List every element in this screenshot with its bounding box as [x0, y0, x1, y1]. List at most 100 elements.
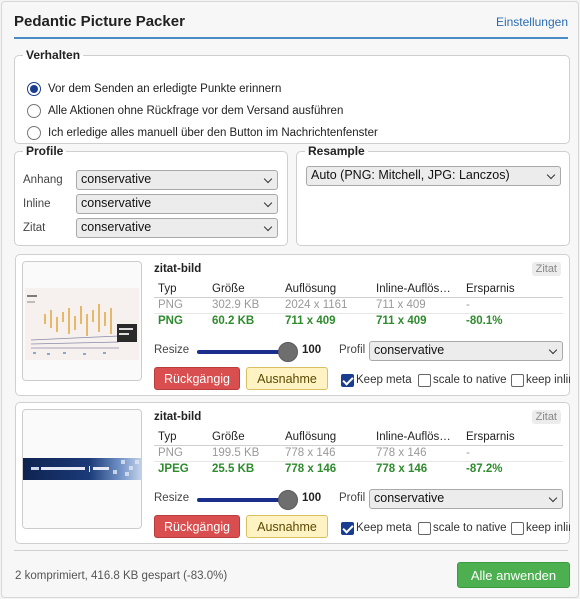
- apply-all-button[interactable]: Alle anwenden: [457, 562, 570, 588]
- keep-meta-label: Keep meta: [356, 522, 412, 534]
- image-card: zitat-bild Zitat Typ Größe Auflösung Inl…: [15, 402, 570, 544]
- settings-link[interactable]: Einstellungen: [496, 15, 568, 29]
- orig-size: 302.9 KB: [212, 297, 285, 314]
- col-size: Größe: [212, 281, 285, 298]
- exception-button[interactable]: Ausnahme: [246, 515, 328, 538]
- keep-meta-label: Keep meta: [356, 374, 412, 386]
- image-thumbnail: [22, 261, 142, 381]
- profile-label-inline: Inline: [23, 198, 51, 210]
- profiles-legend: Profile: [26, 144, 64, 158]
- footer-status: 2 komprimiert, 416.8 KB gespart (-83.0%): [15, 570, 228, 582]
- app-title: Pedantic Picture Packer: [14, 13, 185, 30]
- thumbnail-chart-image: [23, 262, 141, 380]
- chevron-down-icon: [263, 174, 273, 184]
- chevron-down-icon: [548, 493, 558, 503]
- new-inline-resolution: 778 x 146: [376, 463, 428, 476]
- resize-value: 100: [302, 344, 322, 356]
- radio-auto[interactable]: [27, 104, 41, 118]
- orig-inline-resolution: 711 x 409: [376, 297, 466, 314]
- stats-original-row: PNG 199.5 KB 778 x 146 778 x 146 -: [154, 445, 563, 462]
- radio-label: Alle Aktionen ohne Rückfrage vor dem Ver…: [48, 105, 344, 117]
- footer-divider: [14, 550, 568, 551]
- orig-savings: -: [466, 445, 563, 462]
- chevron-down-icon: [263, 198, 273, 208]
- scale-native-label: scale to native: [433, 522, 507, 534]
- orig-size: 199.5 KB: [212, 445, 285, 462]
- behavior-option-remind[interactable]: Vor dem Senden an erledigte Punkte erinn…: [27, 80, 281, 98]
- undo-button[interactable]: Rückgängig: [154, 367, 240, 390]
- col-resolution: Auflösung: [285, 429, 376, 446]
- new-savings: -87.2%: [466, 463, 503, 476]
- resample-select[interactable]: Auto (PNG: Mitchell, JPG: Lanczos): [306, 166, 561, 186]
- new-resolution: 711 x 409: [285, 315, 336, 328]
- chevron-down-icon: [263, 222, 273, 232]
- image-profile-select[interactable]: conservative: [369, 489, 563, 509]
- image-stats-table: Typ Größe Auflösung Inline-Auflös… Erspa…: [154, 429, 563, 477]
- new-size: 60.2 KB: [212, 315, 255, 328]
- orig-type: PNG: [154, 297, 212, 314]
- keep-inline-option[interactable]: keep inline: [511, 372, 570, 388]
- keep-inline-checkbox[interactable]: [511, 373, 524, 387]
- resize-slider-track[interactable]: [197, 350, 289, 354]
- stats-header-row: Typ Größe Auflösung Inline-Auflös… Erspa…: [154, 429, 563, 446]
- behavior-group: Verhalten Vor dem Senden an erledigte Pu…: [14, 48, 570, 144]
- scale-native-checkbox[interactable]: [418, 373, 431, 387]
- image-name: zitat-bild: [154, 411, 202, 423]
- scale-native-option[interactable]: scale to native: [418, 372, 507, 388]
- keep-meta-option[interactable]: Keep meta: [341, 520, 412, 536]
- undo-button[interactable]: Rückgängig: [154, 515, 240, 538]
- behavior-option-manual[interactable]: Ich erledige alles manuell über den Butt…: [27, 124, 378, 142]
- radio-manual[interactable]: [27, 126, 41, 140]
- exception-button[interactable]: Ausnahme: [246, 367, 328, 390]
- resize-slider-thumb[interactable]: [278, 490, 298, 510]
- new-type: PNG: [158, 315, 183, 328]
- image-stats-table: Typ Größe Auflösung Inline-Auflös… Erspa…: [154, 281, 563, 329]
- app-window: Pedantic Picture Packer Einstellungen Ve…: [1, 1, 579, 598]
- select-value: conservative: [374, 491, 445, 505]
- select-value: conservative: [81, 172, 152, 186]
- profile-row-attachment: Anhang conservative: [23, 170, 278, 190]
- orig-resolution: 778 x 146: [285, 445, 376, 462]
- keep-inline-checkbox[interactable]: [511, 521, 524, 535]
- stats-compressed-row: PNG 60.2 KB 711 x 409 711 x 409 -80.1%: [154, 313, 563, 329]
- orig-resolution: 2024 x 1161: [285, 297, 376, 314]
- keep-meta-option[interactable]: Keep meta: [341, 372, 412, 388]
- resample-legend: Resample: [308, 144, 365, 158]
- orig-inline-resolution: 778 x 146: [376, 445, 466, 462]
- radio-remind[interactable]: [27, 82, 41, 96]
- profile-label: Profil: [339, 492, 366, 504]
- profile-label-quote: Zitat: [23, 222, 46, 234]
- col-inline-resolution: Inline-Auflös…: [376, 429, 466, 446]
- keep-meta-checkbox[interactable]: [341, 373, 354, 387]
- col-size: Größe: [212, 429, 285, 446]
- keep-meta-checkbox[interactable]: [341, 521, 354, 535]
- profile-row-quote: Zitat conservative: [23, 218, 278, 238]
- orig-savings: -: [466, 297, 563, 314]
- resize-slider-track[interactable]: [197, 498, 289, 502]
- keep-inline-label: keep inline: [526, 374, 570, 386]
- profile-label-attachment: Anhang: [23, 174, 63, 186]
- select-value: conservative: [374, 343, 445, 357]
- new-savings: -80.1%: [466, 315, 503, 328]
- image-profile-select[interactable]: conservative: [369, 341, 563, 361]
- image-name: zitat-bild: [154, 263, 202, 275]
- profile-select-attachment[interactable]: conservative: [76, 170, 278, 190]
- behavior-option-auto[interactable]: Alle Aktionen ohne Rückfrage vor dem Ver…: [27, 102, 343, 120]
- new-type: JPEG: [158, 463, 189, 476]
- profile-select-quote[interactable]: conservative: [76, 218, 278, 238]
- chevron-down-icon: [548, 345, 558, 355]
- scale-native-checkbox[interactable]: [418, 521, 431, 535]
- keep-inline-option[interactable]: keep inline: [511, 520, 570, 536]
- stats-header-row: Typ Größe Auflösung Inline-Auflös… Erspa…: [154, 281, 563, 298]
- col-type: Typ: [154, 429, 212, 446]
- select-value: conservative: [81, 196, 152, 210]
- resize-slider-thumb[interactable]: [278, 342, 298, 362]
- profile-label: Profil: [339, 344, 366, 356]
- behavior-legend: Verhalten: [26, 48, 81, 62]
- profile-row-inline: Inline conservative: [23, 194, 278, 214]
- col-savings: Ersparnis: [466, 281, 563, 298]
- scale-native-option[interactable]: scale to native: [418, 520, 507, 536]
- image-type-badge: Zitat: [531, 262, 561, 276]
- profile-select-inline[interactable]: conservative: [76, 194, 278, 214]
- radio-label: Vor dem Senden an erledigte Punkte erinn…: [48, 83, 282, 95]
